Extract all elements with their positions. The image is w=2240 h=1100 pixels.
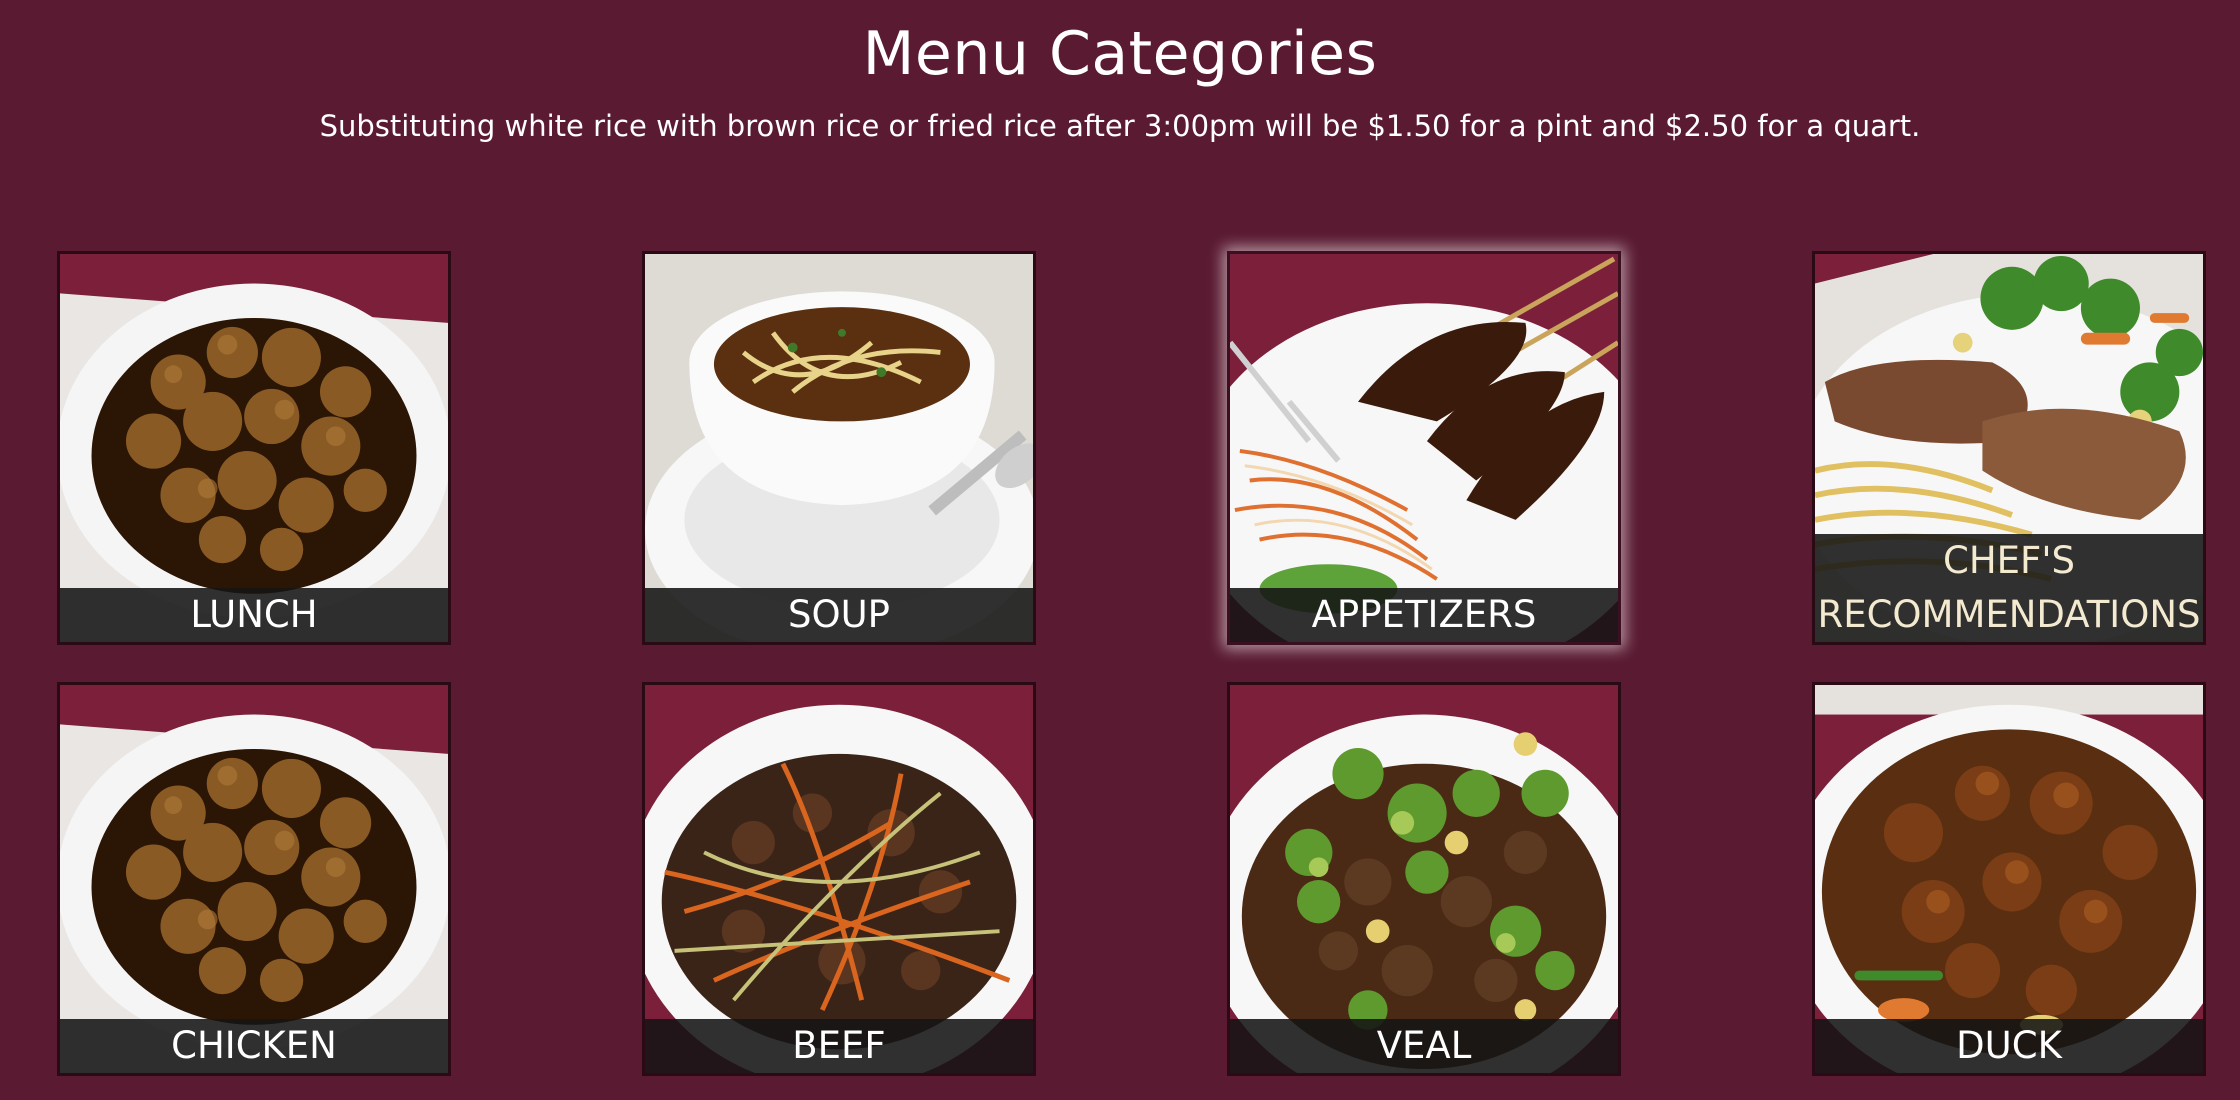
category-label: APPETIZERS bbox=[1230, 588, 1618, 642]
category-label-line2: RECOMMENDATIONS bbox=[1817, 593, 2201, 636]
veal-broccoli-icon bbox=[1230, 685, 1618, 1073]
category-card-chefs-recommendations[interactable]: CHEF'S RECOMMENDATIONS bbox=[1812, 251, 2206, 645]
category-label: LUNCH bbox=[60, 588, 448, 642]
beef-skewers-icon bbox=[1230, 254, 1618, 642]
shredded-beef-icon bbox=[645, 685, 1033, 1073]
category-card-veal[interactable]: VEAL bbox=[1227, 682, 1621, 1076]
category-label-line1: CHEF'S bbox=[1943, 539, 2075, 582]
category-card-soup[interactable]: SOUP bbox=[642, 251, 1036, 645]
roast-duck-icon bbox=[1815, 685, 2203, 1073]
rice-substitution-note: Substituting white rice with brown rice … bbox=[319, 109, 1921, 143]
category-label: CHICKEN bbox=[60, 1019, 448, 1073]
category-label: CHEF'S RECOMMENDATIONS bbox=[1815, 534, 2203, 642]
sesame-chicken-icon bbox=[60, 685, 448, 1073]
category-label: SOUP bbox=[645, 588, 1033, 642]
category-card-beef[interactable]: BEEF bbox=[642, 682, 1036, 1076]
category-card-lunch[interactable]: LUNCH bbox=[57, 251, 451, 645]
category-card-chicken[interactable]: CHICKEN bbox=[57, 682, 451, 1076]
noodle-soup-icon bbox=[645, 254, 1033, 642]
category-label: VEAL bbox=[1230, 1019, 1618, 1073]
page-title: Menu Categories bbox=[862, 19, 1378, 89]
category-label: BEEF bbox=[645, 1019, 1033, 1073]
category-label: DUCK bbox=[1815, 1019, 2203, 1073]
sesame-chicken-icon bbox=[60, 254, 448, 642]
category-card-appetizers[interactable]: APPETIZERS bbox=[1227, 251, 1621, 645]
category-card-duck[interactable]: DUCK bbox=[1812, 682, 2206, 1076]
